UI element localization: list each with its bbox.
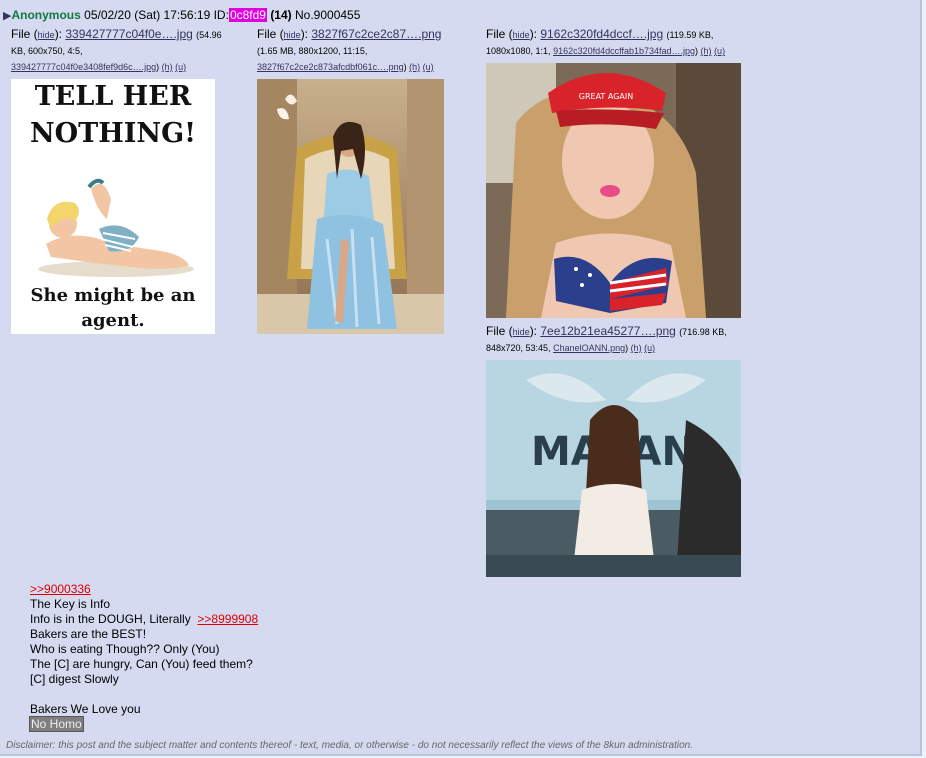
file-info-2: File (hide): 3827f67c2ce2c87….png (1.65 … [257, 26, 482, 76]
file-label-suffix: ): [529, 27, 538, 41]
poster-name: Anonymous [11, 8, 81, 22]
post-body: >>9000336 The Key is Info Info is in the… [29, 582, 258, 732]
h-link[interactable]: (h) [631, 343, 642, 353]
spoiler-text[interactable]: No Homo [29, 716, 84, 732]
thumbnail-poster[interactable]: TELL HER NOTHING! She might be an agent. [11, 79, 215, 334]
h-link[interactable]: (h) [162, 62, 173, 72]
file-label: File ( [486, 27, 513, 41]
h-link[interactable]: (h) [701, 46, 712, 56]
thumbnail-red-cap-photo[interactable]: GREAT AGAIN [486, 63, 741, 318]
cap-text: GREAT AGAIN [579, 92, 633, 101]
file-size: (716.98 KB, [679, 327, 727, 337]
body-line: Bakers We Love you [30, 702, 141, 716]
body-line: [C] digest Slowly [30, 672, 119, 686]
hide-file-link[interactable]: hide [513, 327, 530, 337]
file-dimensions: (1.65 MB, 880x1200, 11:15, [257, 46, 368, 56]
poster-tagline-2: agent. [81, 310, 144, 331]
file-label-suffix: ): [54, 27, 63, 41]
file-size: (119.59 KB, [666, 30, 714, 40]
original-filename-link[interactable]: ChanelOANN.png [553, 343, 625, 353]
disclaimer: Disclaimer: this post and the subject ma… [6, 740, 693, 751]
poster-headline-1: TELL HER [35, 81, 192, 112]
thumbnail-blue-gown-photo[interactable] [257, 79, 444, 334]
u-link[interactable]: (u) [175, 62, 186, 72]
photo-red-cap: GREAT AGAIN [486, 63, 741, 318]
post-container: ▶Anonymous 05/02/20 (Sat) 17:56:19 ID:0c… [0, 0, 922, 756]
file-info-3: File (hide): 9162c320fd4dccf….jpg (119.5… [486, 27, 726, 56]
u-link[interactable]: (u) [423, 62, 434, 72]
poster-tagline-1: She might be an [31, 285, 196, 306]
u-link[interactable]: (u) [714, 46, 725, 56]
file-dimensions: 848x720, 53:45, [486, 343, 551, 353]
id-post-count: (14) [270, 8, 292, 22]
original-filename-link[interactable]: 9162c320fd4dccffab1b734fad….jpg [553, 46, 695, 56]
file-label-suffix: ): [300, 27, 309, 41]
hide-file-link[interactable]: hide [38, 30, 55, 40]
body-line: Bakers are the BEST! [30, 627, 147, 641]
file-label-suffix: ): [529, 324, 538, 338]
body-line: Who is eating Though?? Only (You) [30, 642, 220, 656]
body-line: The Key is Info [30, 597, 111, 611]
poster-headline-2: NOTHING! [30, 118, 196, 149]
original-filename-link[interactable]: 339427777c04f0e3408fef9d6c….jpg [11, 62, 156, 72]
id-label: ID: [213, 8, 229, 22]
file-link[interactable]: 339427777c04f0e….jpg [65, 27, 192, 41]
photo-blue-gown [257, 79, 444, 334]
u-link[interactable]: (u) [644, 343, 655, 353]
body-line: Info is in the DOUGH, Literally [30, 612, 191, 626]
file-dimensions: KB, 600x750, 4:5, [11, 46, 83, 56]
h-link[interactable]: (h) [409, 62, 420, 72]
body-line: The [C] are hungry, Can (You) feed them? [30, 657, 253, 671]
file-label: File ( [257, 27, 284, 41]
original-filename-link[interactable]: 3827f67c2ce2c873afcdbf061c….png [257, 62, 404, 72]
file-label: File ( [486, 324, 513, 338]
thumbnail-studio-photo[interactable]: MA IAN [486, 360, 741, 577]
file-link[interactable]: 3827f67c2ce2c87….png [311, 27, 441, 41]
hide-file-link[interactable]: hide [513, 30, 530, 40]
post-number[interactable]: No.9000455 [295, 8, 360, 22]
pinup-illustration: TELL HER NOTHING! She might be an agent. [30, 81, 196, 331]
post-datetime: 05/02/20 (Sat) 17:56:19 [84, 8, 211, 22]
file-size: (54.96 [196, 30, 222, 40]
quote-link[interactable]: >>8999908 [197, 612, 258, 626]
file-label: File ( [11, 27, 38, 41]
post-header: ▶Anonymous 05/02/20 (Sat) 17:56:19 ID:0c… [3, 8, 360, 22]
hide-file-link[interactable]: hide [284, 30, 301, 40]
photo-studio: MA IAN [486, 360, 741, 577]
file-link[interactable]: 9162c320fd4dccf….jpg [540, 27, 663, 41]
file-info-4: File (hide): 7ee12b21ea45277….png (716.9… [486, 324, 727, 353]
file-dimensions: 1080x1080, 1:1, [486, 46, 551, 56]
quote-link[interactable]: >>9000336 [30, 582, 91, 596]
poster-id-badge[interactable]: 0c8fd9 [228, 8, 267, 22]
file-info-1: File (hide): 339427777c04f0e….jpg (54.96… [11, 26, 251, 76]
file-link[interactable]: 7ee12b21ea45277….png [540, 324, 675, 338]
